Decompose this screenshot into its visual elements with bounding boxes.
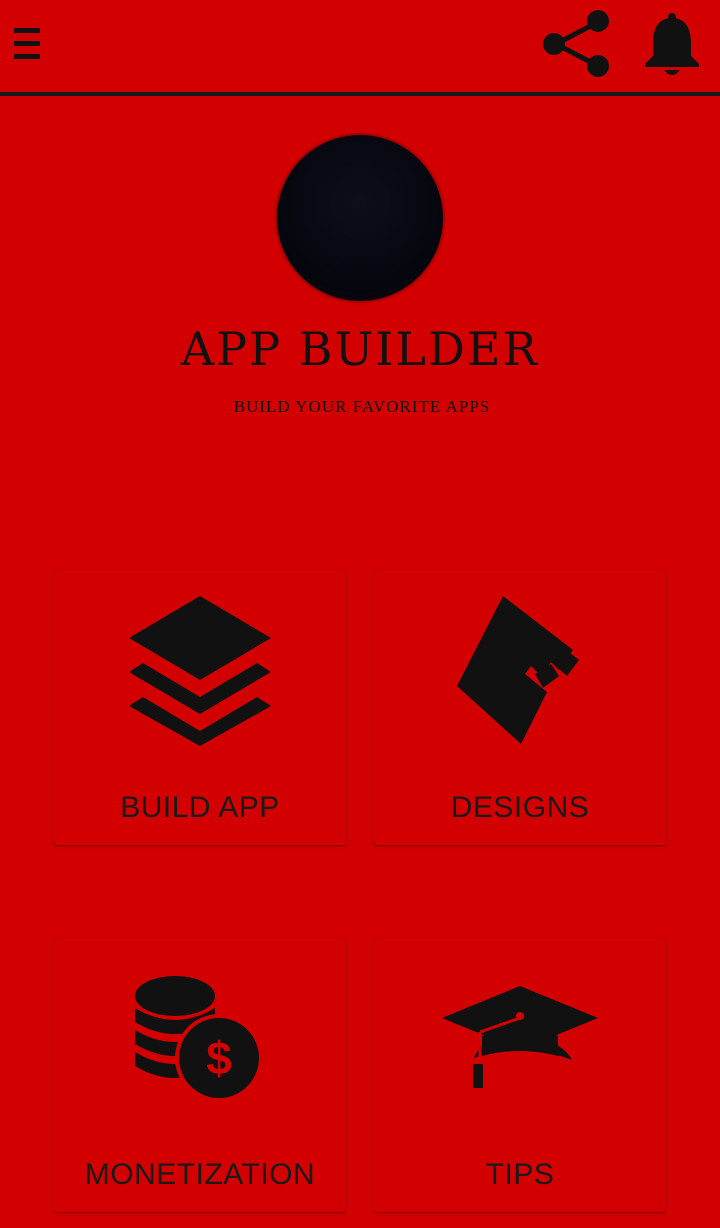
build-app-label: BUILD APP: [120, 791, 280, 824]
designs-card[interactable]: DESIGNS: [374, 570, 666, 845]
designs-label: DESIGNS: [450, 791, 590, 824]
layers-icon: [129, 596, 271, 746]
graduation-cap-icon: [442, 986, 598, 1088]
svg-text:$: $: [206, 1032, 232, 1084]
monetization-card[interactable]: $ MONETIZATION: [54, 938, 346, 1212]
coins-dollar-icon: $: [135, 976, 263, 1100]
tips-card[interactable]: TIPS: [374, 938, 666, 1212]
notifications-button[interactable]: [640, 10, 704, 78]
bell-icon: [645, 13, 699, 75]
app-toolbar: [0, 0, 720, 96]
monetization-label: MONETIZATION: [84, 1158, 316, 1191]
menu-button[interactable]: [14, 26, 42, 62]
share-icon: [543, 10, 609, 77]
page-subtitle: BUILD YOUR FAVORITE APPS: [233, 397, 491, 416]
share-button[interactable]: [540, 8, 612, 80]
build-app-card[interactable]: BUILD APP: [54, 570, 346, 845]
page-title: APP BUILDER: [180, 322, 540, 376]
tips-label: TIPS: [485, 1158, 555, 1191]
avatar: [277, 135, 443, 301]
wallet-icon: [457, 596, 579, 744]
